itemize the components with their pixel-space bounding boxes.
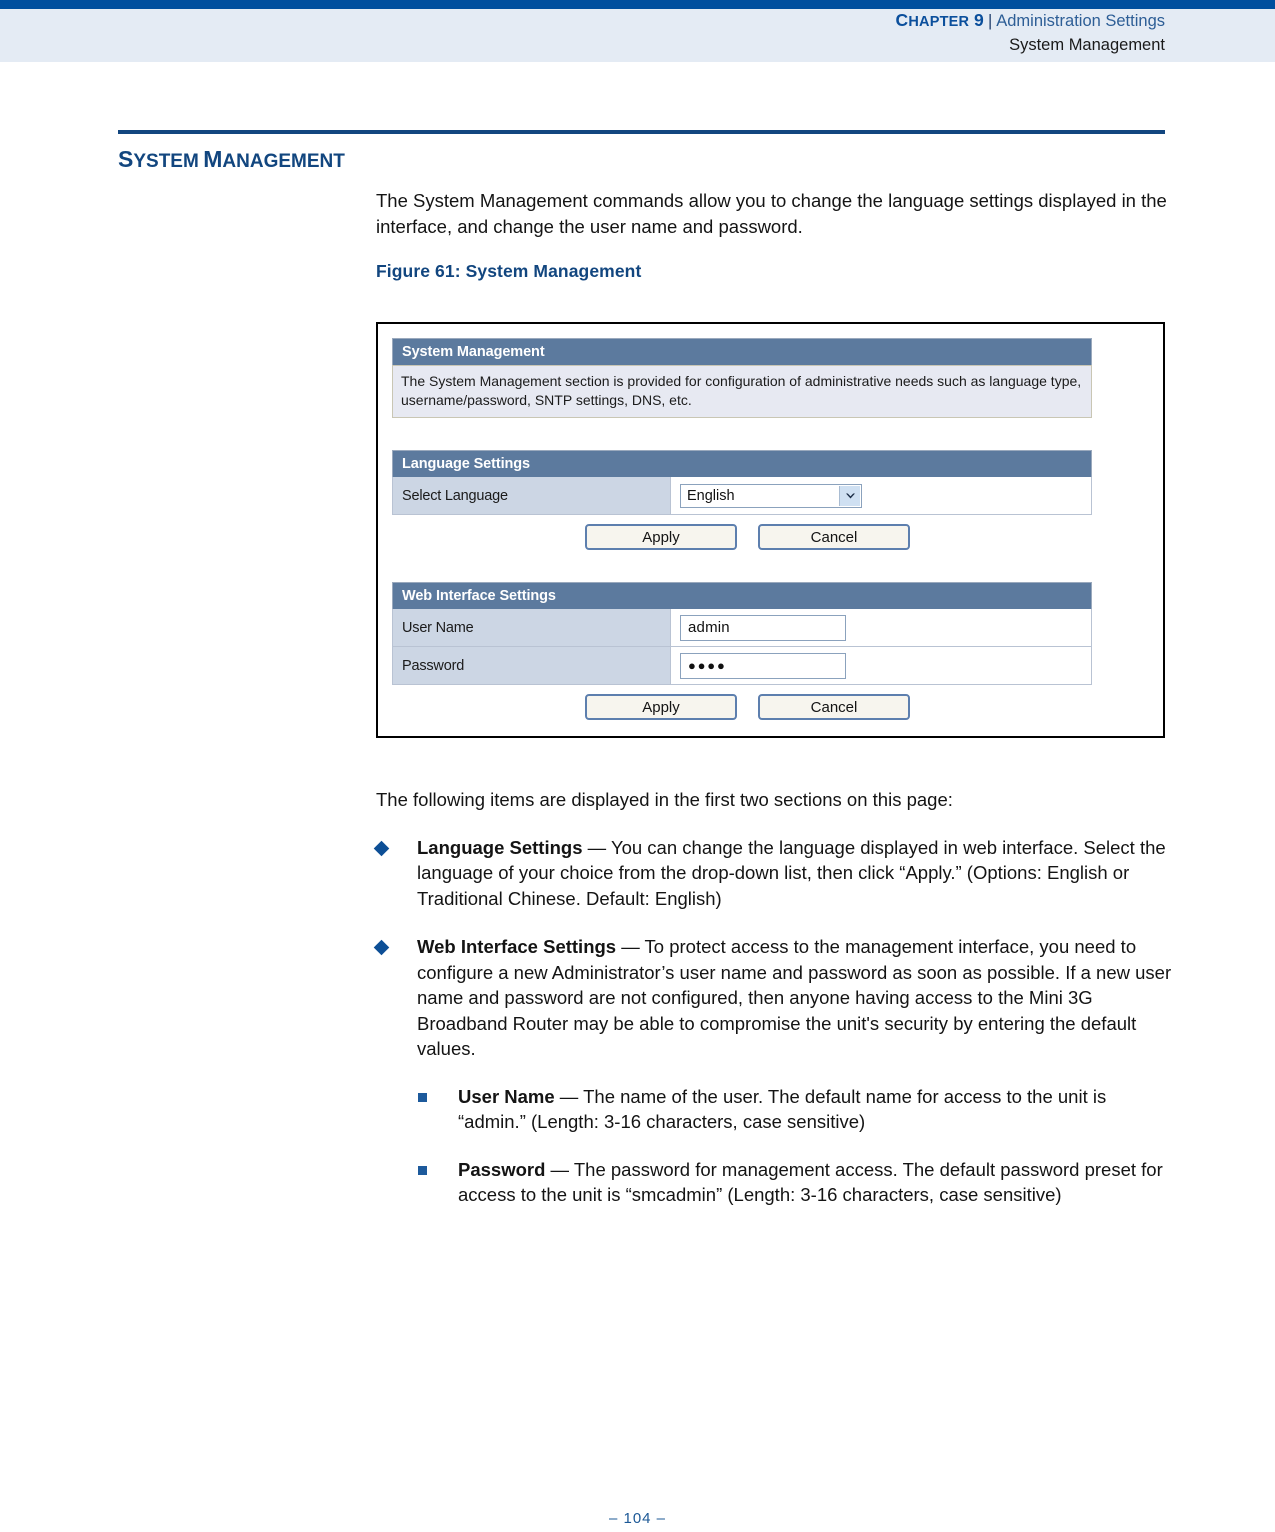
sub-bullet-list: User Name — The name of the user. The de…	[417, 1084, 1176, 1208]
section-title-ystem: YSTEM	[133, 151, 199, 172]
sub-bullet-dash: —	[545, 1158, 574, 1180]
section-title-s: S	[118, 146, 134, 172]
bullet-dash: —	[616, 936, 645, 957]
header-separator: |	[987, 12, 993, 30]
ui-label-username: User Name	[393, 609, 671, 646]
square-bullet-icon	[418, 1165, 427, 1175]
page-header: CHAPTER 9 | Administration Settings System…	[0, 0, 1275, 62]
page-number-footer: – 104 –	[608, 1510, 667, 1527]
language-apply-button[interactable]: Apply	[585, 524, 737, 550]
figure-caption: Figure 61: System Management	[376, 261, 642, 281]
ui-field-password: ●●●●	[671, 647, 1091, 684]
header-subtitle: System Management	[1009, 36, 1165, 54]
chapter-label: CHAPTER 9	[895, 10, 984, 30]
bullet-term: Web Interface Settings	[417, 936, 617, 957]
ui-language-buttons: Apply Cancel	[392, 515, 1092, 550]
ui-label-password: Password	[393, 647, 671, 684]
sub-bullet-term: User Name	[458, 1085, 555, 1107]
ui-row-password: Password ●●●●	[392, 647, 1092, 685]
web-apply-button[interactable]: Apply	[585, 694, 737, 720]
ui-web-interface-settings-title: Web Interface Settings	[392, 582, 1092, 609]
chapter-prefix-initial: C	[895, 10, 909, 30]
intro-column: The System Management commands allow you…	[376, 188, 1171, 296]
language-select-value: English	[687, 487, 735, 504]
page-title: SYSTEM MANAGEMENT	[118, 146, 345, 173]
section-title-anagement: ANAGEMENT	[222, 151, 345, 172]
chevron-down-icon[interactable]	[839, 485, 860, 506]
diamond-bullet-icon	[373, 840, 390, 856]
lead-in-paragraph: The following items are displayed in the…	[376, 789, 953, 810]
password-input-value: ●●●●	[688, 658, 727, 673]
sub-bullet-dash: —	[554, 1085, 584, 1107]
header-chapter-line: CHAPTER 9 | Administration Settings	[265, 9, 1165, 34]
list-item: User Name — The name of the user. The de…	[417, 1084, 1176, 1135]
intro-paragraph: The System Management commands allow you…	[376, 190, 1167, 237]
header-text-block: CHAPTER 9 | Administration Settings System…	[265, 9, 1165, 57]
chapter-number: 9	[974, 10, 984, 30]
header-chapter-title: Administration Settings	[996, 12, 1165, 30]
ui-language-settings-title: Language Settings	[392, 450, 1092, 477]
ui-label-select-language: Select Language	[393, 477, 671, 514]
ui-web-buttons: Apply Cancel	[392, 685, 1092, 720]
ui-spacer-2	[392, 550, 1092, 582]
language-select[interactable]: English	[680, 483, 862, 508]
section-title-m: M	[203, 146, 223, 172]
web-cancel-button[interactable]: Cancel	[758, 694, 910, 720]
ui-field-select-language: English	[671, 477, 1091, 514]
sub-bullet-term: Password	[458, 1158, 546, 1180]
ui-row-select-language: Select Language English	[392, 477, 1092, 515]
ui-spacer	[392, 418, 1092, 450]
header-top-rule	[0, 0, 1275, 9]
section-heading-rule	[118, 130, 1165, 134]
list-item: Web Interface Settings — To protect acce…	[373, 934, 1176, 1208]
language-cancel-button[interactable]: Cancel	[758, 524, 910, 550]
router-ui: System Management The System Management …	[392, 338, 1092, 720]
square-bullet-icon	[418, 1092, 427, 1102]
ui-panel-description: The System Management section is provide…	[392, 365, 1092, 418]
bullet-term: Language Settings	[417, 836, 583, 858]
username-input-value: admin	[688, 619, 730, 636]
figure-frame: System Management The System Management …	[376, 322, 1165, 738]
list-item: Language Settings — You can change the l…	[373, 835, 1176, 912]
password-input[interactable]: ●●●●	[680, 652, 846, 679]
diamond-bullet-icon	[373, 939, 390, 956]
username-input[interactable]: admin	[680, 614, 846, 641]
body-bullet-column: The following items are displayed in the…	[373, 787, 1176, 1231]
chapter-prefix-rest: HAPTER	[908, 14, 970, 30]
bullet-dash: —	[582, 836, 611, 858]
ui-panel-title: System Management	[392, 338, 1092, 365]
list-item: Password — The password for management a…	[417, 1157, 1176, 1208]
ui-row-username: User Name admin	[392, 609, 1092, 647]
ui-field-username: admin	[671, 609, 1091, 646]
